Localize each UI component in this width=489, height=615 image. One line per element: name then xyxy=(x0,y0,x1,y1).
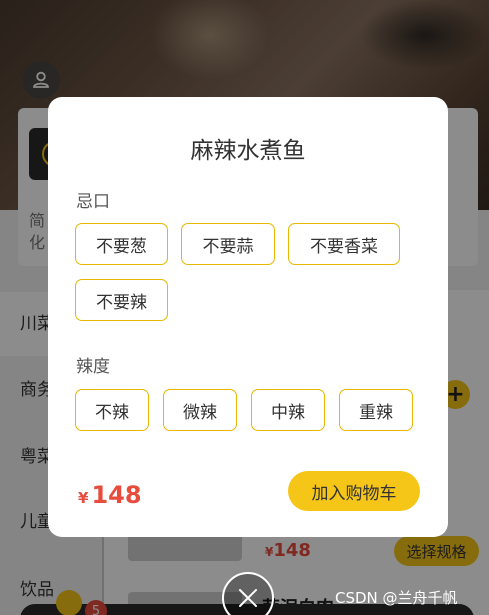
watermark: CSDN @兰舟千帆 xyxy=(335,589,458,607)
option-not-spicy[interactable]: 不辣 xyxy=(75,389,149,431)
option-medium[interactable]: 中辣 xyxy=(251,389,325,431)
section-label-restrictions: 忌口 xyxy=(76,192,110,212)
modal-title: 麻辣水煮鱼 xyxy=(190,138,306,164)
option-no-scallion[interactable]: 不要葱 xyxy=(75,223,168,265)
option-no-spicy[interactable]: 不要辣 xyxy=(75,279,168,321)
spec-modal: 麻辣水煮鱼 忌口 不要葱 不要蒜 不要香菜 不要辣 辣度 不辣 微辣 中辣 重辣… xyxy=(48,97,448,537)
modal-price: ¥148 xyxy=(78,481,142,509)
option-no-garlic[interactable]: 不要蒜 xyxy=(181,223,275,265)
close-button[interactable] xyxy=(222,572,274,615)
option-mild[interactable]: 微辣 xyxy=(163,389,237,431)
option-no-cilantro[interactable]: 不要香菜 xyxy=(288,223,400,265)
add-to-cart-button[interactable]: 加入购物车 xyxy=(288,471,420,511)
option-hot[interactable]: 重辣 xyxy=(339,389,413,431)
section-label-spiciness: 辣度 xyxy=(76,357,110,377)
close-icon xyxy=(239,589,257,607)
